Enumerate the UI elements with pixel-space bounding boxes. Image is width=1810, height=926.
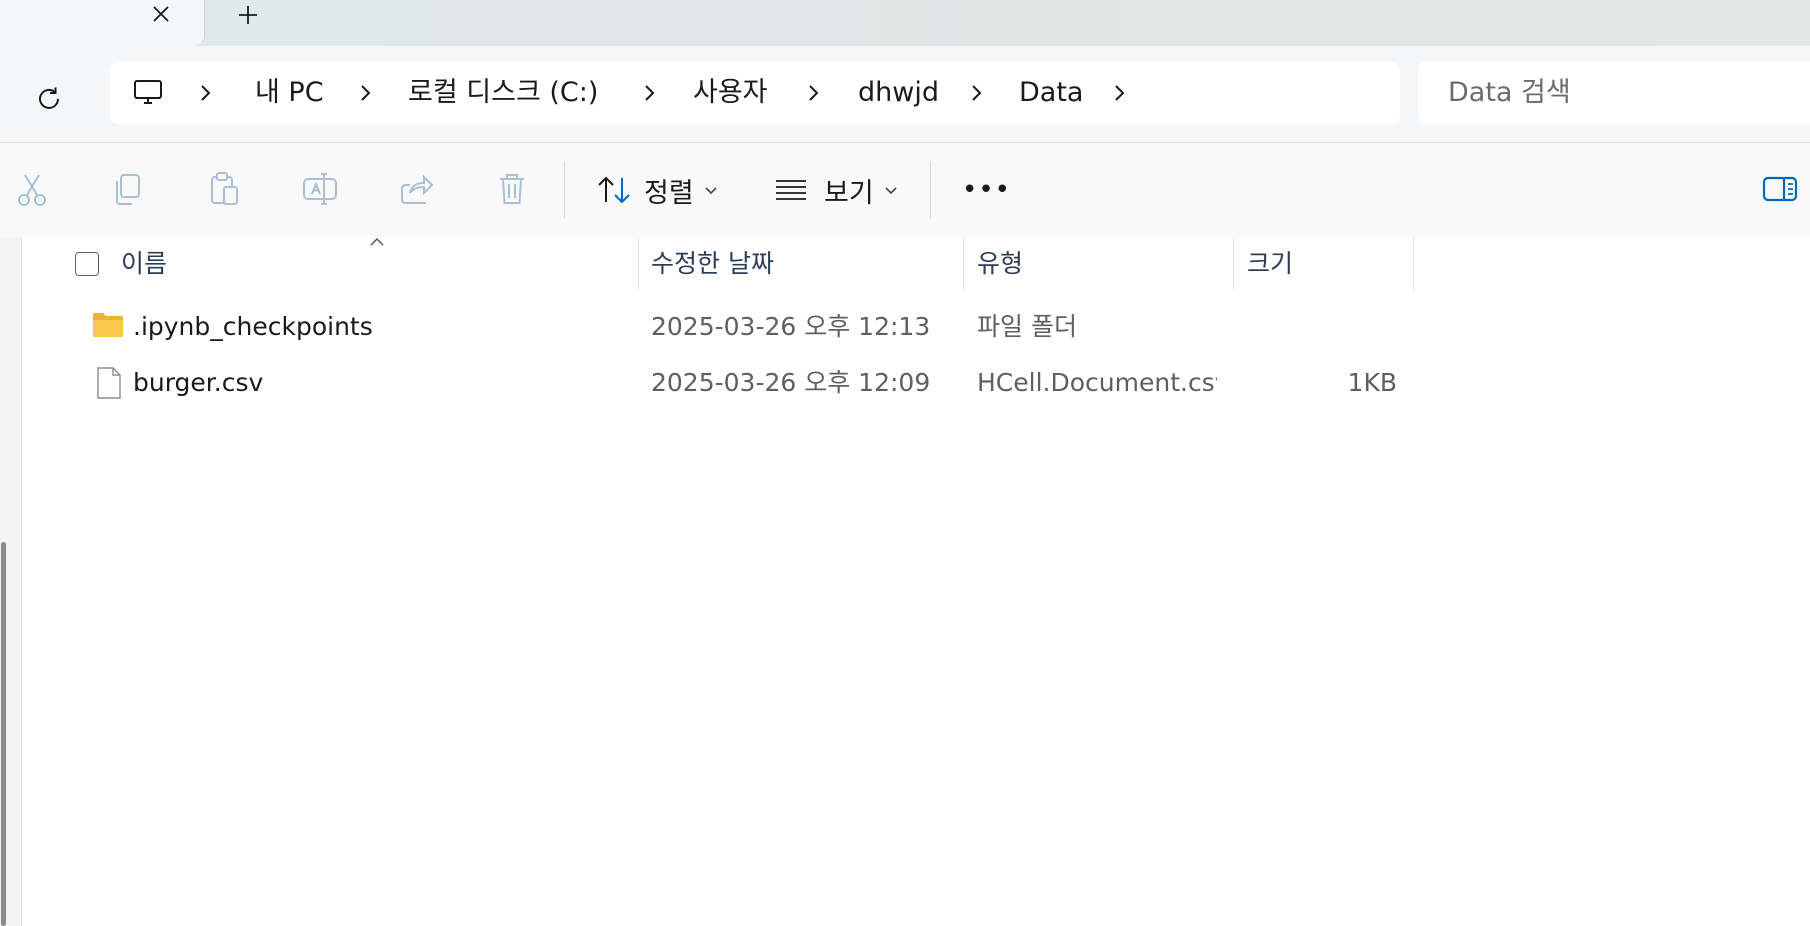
column-divider[interactable]	[963, 237, 964, 291]
more-icon: •••	[962, 175, 1012, 205]
sort-label: 정렬	[644, 177, 694, 209]
more-options-button[interactable]: •••	[962, 161, 1011, 219]
plus-icon	[239, 6, 257, 24]
breadcrumb-data[interactable]: Data	[1019, 62, 1083, 124]
view-icon	[776, 180, 806, 200]
file-type: 파일 폴더	[977, 312, 1077, 341]
breadcrumb-local-disk[interactable]: 로컬 디스크 (C:)	[408, 62, 598, 124]
table-row[interactable]: .ipynb_checkpoints 2025-03-26 오후 12:13 파…	[22, 299, 1810, 355]
close-tab-icon[interactable]	[144, 0, 178, 28]
sort-button[interactable]: 정렬	[596, 161, 718, 219]
chevron-right-icon[interactable]	[1108, 81, 1132, 105]
toolbar-separator	[564, 161, 565, 219]
chevron-right-icon[interactable]	[194, 81, 218, 105]
file-modified: 2025-03-26 오후 12:09	[651, 368, 931, 397]
share-icon[interactable]	[396, 169, 436, 209]
file-list: 이름 수정한 날짜 유형 크기 .ipynb_checkpoints 2025-…	[0, 237, 1810, 926]
folder-icon	[93, 313, 123, 337]
breadcrumb-my-pc[interactable]: 내 PC	[255, 62, 324, 124]
pc-icon[interactable]	[132, 78, 164, 108]
details-pane-icon[interactable]	[1760, 169, 1800, 209]
chevron-right-icon[interactable]	[965, 81, 989, 105]
search-box[interactable]: Data 검색	[1418, 62, 1810, 124]
column-divider[interactable]	[1233, 237, 1234, 291]
column-divider[interactable]	[1413, 237, 1414, 291]
chevron-right-icon[interactable]	[354, 81, 378, 105]
chevron-down-icon	[705, 187, 717, 195]
rename-icon[interactable]	[300, 169, 340, 209]
table-row[interactable]: burger.csv 2025-03-26 오후 12:09 HCell.Doc…	[22, 355, 1810, 411]
refresh-button[interactable]	[28, 78, 70, 120]
scrollbar-thumb[interactable]	[1, 542, 6, 926]
file-size: 1KB	[1347, 368, 1397, 397]
column-header: 이름 수정한 날짜 유형 크기	[22, 237, 1810, 291]
file-name[interactable]: .ipynb_checkpoints	[133, 299, 373, 355]
file-size	[1247, 299, 1397, 355]
refresh-icon	[39, 87, 59, 109]
copy-icon[interactable]	[108, 169, 148, 209]
navigation-pane-edge	[0, 237, 22, 926]
chevron-right-icon[interactable]	[638, 81, 662, 105]
view-label: 보기	[824, 177, 874, 209]
breadcrumb-user-folder[interactable]: dhwjd	[858, 62, 939, 124]
paste-icon[interactable]	[204, 169, 244, 209]
navigation-bar: 내 PC 로컬 디스크 (C:) 사용자 dhwjd Data Data 검색	[0, 46, 1810, 142]
select-all-checkbox[interactable]	[75, 252, 99, 276]
delete-icon[interactable]	[492, 169, 532, 209]
view-button[interactable]: 보기	[774, 161, 898, 219]
column-name[interactable]: 이름	[121, 237, 167, 291]
column-size[interactable]: 크기	[1247, 237, 1293, 291]
search-input[interactable]: Data 검색	[1448, 62, 1571, 124]
cut-icon[interactable]	[12, 169, 52, 209]
address-bar[interactable]: 내 PC 로컬 디스크 (C:) 사용자 dhwjd Data	[110, 62, 1400, 124]
sort-icon	[598, 176, 630, 204]
new-tab-button[interactable]	[230, 0, 266, 30]
tab-strip	[0, 0, 1810, 46]
file-type: HCell.Document.csv....	[977, 368, 1217, 397]
sort-ascending-icon	[370, 237, 384, 246]
toolbar-separator	[930, 161, 931, 219]
active-tab[interactable]	[0, 0, 205, 46]
column-divider[interactable]	[638, 237, 639, 291]
breadcrumb-users[interactable]: 사용자	[693, 62, 768, 124]
file-modified: 2025-03-26 오후 12:13	[651, 312, 931, 341]
file-name[interactable]: burger.csv	[133, 355, 263, 411]
column-type[interactable]: 유형	[977, 237, 1023, 291]
chevron-down-icon	[885, 187, 897, 195]
command-bar: 정렬 보기 •••	[0, 142, 1810, 238]
column-modified[interactable]: 수정한 날짜	[651, 237, 774, 291]
chevron-right-icon[interactable]	[802, 81, 826, 105]
file-icon	[97, 367, 121, 399]
